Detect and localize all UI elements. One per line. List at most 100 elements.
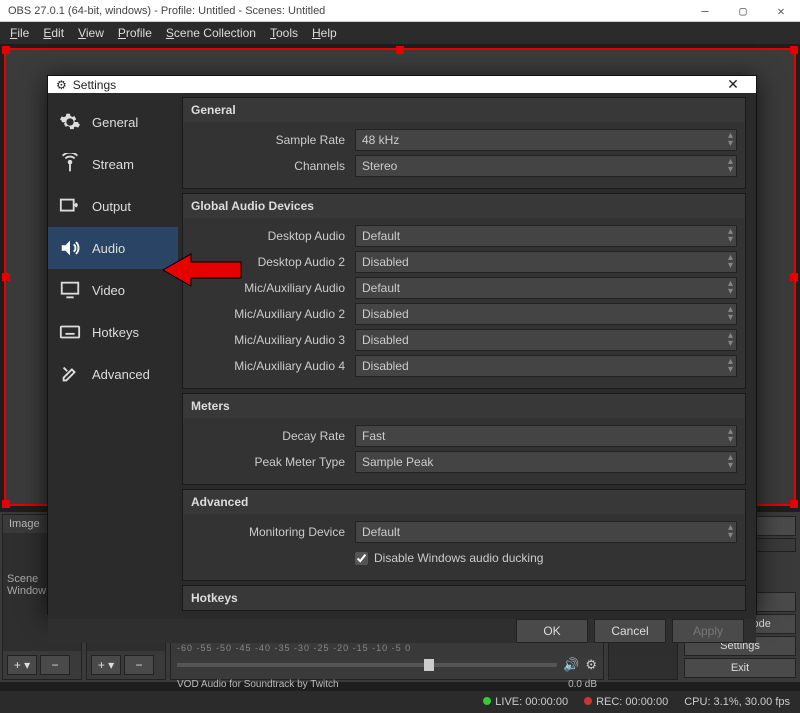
peak-meter-label: Peak Meter Type	[191, 455, 355, 469]
exit-button[interactable]: Exit	[684, 658, 796, 678]
mic3-label: Mic/Auxiliary Audio 3	[191, 333, 355, 347]
section-advanced: Advanced Monitoring DeviceDefault▴▾ Disa…	[182, 489, 746, 581]
spinner-icon: ▴▾	[728, 158, 733, 174]
resize-handle[interactable]	[2, 273, 10, 281]
sidebar-item-label: General	[92, 115, 138, 130]
menu-file[interactable]: File	[4, 24, 35, 42]
spinner-icon: ▴▾	[728, 524, 733, 540]
sidebar-item-general[interactable]: General	[48, 101, 178, 143]
peak-meter-select[interactable]: Sample Peak▴▾	[355, 451, 737, 473]
disable-ducking-label: Disable Windows audio ducking	[374, 551, 543, 565]
section-global-audio: Global Audio Devices Desktop AudioDefaul…	[182, 193, 746, 389]
sidebar-item-label: Hotkeys	[92, 325, 139, 340]
menu-scene-collection[interactable]: Scene Collection	[160, 24, 262, 42]
menubar: File Edit View Profile Scene Collection …	[0, 22, 800, 44]
sidebar-item-stream[interactable]: Stream	[48, 143, 178, 185]
resize-handle[interactable]	[2, 46, 10, 54]
resize-handle[interactable]	[790, 273, 798, 281]
mic4-select[interactable]: Disabled▴▾	[355, 355, 737, 377]
output-icon	[58, 194, 82, 218]
rec-indicator-icon	[584, 697, 592, 705]
mixer-track-db: 0.0 dB	[568, 679, 597, 690]
speaker-icon	[58, 236, 82, 260]
gear-icon	[58, 110, 82, 134]
remove-button[interactable]: −	[124, 655, 154, 675]
menu-view[interactable]: View	[72, 24, 110, 42]
decay-rate-label: Decay Rate	[191, 429, 355, 443]
spinner-icon: ▴▾	[728, 358, 733, 374]
sidebar-item-advanced[interactable]: Advanced	[48, 353, 178, 395]
menu-profile[interactable]: Profile	[112, 24, 158, 42]
window-title: OBS 27.0.1 (64-bit, windows) - Profile: …	[0, 5, 686, 17]
gear-icon[interactable]: ⚙	[585, 657, 597, 673]
monitoring-device-select[interactable]: Default▴▾	[355, 521, 737, 543]
checkbox-input[interactable]	[355, 552, 368, 565]
sidebar-item-label: Output	[92, 199, 131, 214]
section-title: General	[183, 98, 745, 122]
channels-select[interactable]: Stereo▴▾	[355, 155, 737, 177]
mic1-select[interactable]: Default▴▾	[355, 277, 737, 299]
spinner-icon: ▴▾	[728, 306, 733, 322]
window-titlebar: OBS 27.0.1 (64-bit, windows) - Profile: …	[0, 0, 800, 22]
status-cpu: CPU: 3.1%, 30.00 fps	[684, 696, 790, 708]
maximize-button[interactable]: ▢	[724, 0, 762, 22]
desktop-audio2-select[interactable]: Disabled▴▾	[355, 251, 737, 273]
disable-ducking-checkbox[interactable]: Disable Windows audio ducking	[355, 551, 737, 565]
sidebar-item-label: Video	[92, 283, 125, 298]
dialog-titlebar[interactable]: ⚙ Settings ✕	[48, 76, 756, 93]
volume-slider[interactable]	[177, 663, 557, 667]
monitor-icon	[58, 278, 82, 302]
resize-handle[interactable]	[2, 500, 10, 508]
mic2-select[interactable]: Disabled▴▾	[355, 303, 737, 325]
menu-tools[interactable]: Tools	[264, 24, 304, 42]
statusbar: LIVE: 00:00:00 REC: 00:00:00 CPU: 3.1%, …	[0, 691, 800, 713]
spinner-icon: ▴▾	[728, 428, 733, 444]
resize-handle[interactable]	[790, 46, 798, 54]
settings-sidebar: General Stream Output Audio Video Hotkey…	[48, 93, 178, 619]
close-button[interactable]: ✕	[762, 0, 800, 22]
menu-edit[interactable]: Edit	[37, 24, 70, 42]
menu-help[interactable]: Help	[306, 24, 343, 42]
add-button[interactable]: + ▾	[91, 655, 121, 675]
desktop-audio2-label: Desktop Audio 2	[191, 255, 355, 269]
remove-button[interactable]: −	[40, 655, 70, 675]
ok-button[interactable]: OK	[516, 619, 588, 643]
desktop-audio-select[interactable]: Default▴▾	[355, 225, 737, 247]
tools-icon	[58, 362, 82, 386]
sidebar-item-output[interactable]: Output	[48, 185, 178, 227]
sidebar-item-video[interactable]: Video	[48, 269, 178, 311]
apply-button[interactable]: Apply	[672, 619, 744, 643]
mic3-select[interactable]: Disabled▴▾	[355, 329, 737, 351]
spinner-icon: ▴▾	[728, 454, 733, 470]
status-rec: REC: 00:00:00	[584, 696, 668, 708]
spinner-icon: ▴▾	[728, 332, 733, 348]
spinner-icon: ▴▾	[728, 254, 733, 270]
section-hotkeys: Hotkeys	[182, 585, 746, 611]
resize-handle[interactable]	[790, 500, 798, 508]
sample-rate-select[interactable]: 48 kHz▴▾	[355, 129, 737, 151]
mic4-label: Mic/Auxiliary Audio 4	[191, 359, 355, 373]
speaker-icon[interactable]: 🔊	[563, 657, 579, 673]
section-title: Hotkeys	[183, 586, 745, 610]
desktop-audio-label: Desktop Audio	[191, 229, 355, 243]
dialog-close-button[interactable]: ✕	[718, 76, 748, 93]
spinner-icon: ▴▾	[728, 132, 733, 148]
resize-handle[interactable]	[396, 46, 404, 54]
section-general: General Sample Rate 48 kHz▴▾ Channels St…	[182, 97, 746, 189]
add-button[interactable]: + ▾	[7, 655, 37, 675]
sidebar-item-hotkeys[interactable]: Hotkeys	[48, 311, 178, 353]
channels-label: Channels	[191, 159, 355, 173]
minimize-button[interactable]: —	[686, 0, 724, 22]
spinner-icon: ▴▾	[728, 280, 733, 296]
sidebar-item-label: Advanced	[92, 367, 150, 382]
sample-rate-label: Sample Rate	[191, 133, 355, 147]
sidebar-item-label: Audio	[92, 241, 125, 256]
cancel-button[interactable]: Cancel	[594, 619, 666, 643]
section-meters: Meters Decay RateFast▴▾ Peak Meter TypeS…	[182, 393, 746, 485]
sidebar-item-audio[interactable]: Audio	[48, 227, 178, 269]
section-title: Global Audio Devices	[183, 194, 745, 218]
settings-dialog: ⚙ Settings ✕ General Stream Output Audio	[47, 75, 757, 615]
meter-scale: -60 -55 -50 -45 -40 -35 -30 -25 -20 -15 …	[177, 643, 597, 653]
status-live: LIVE: 00:00:00	[483, 696, 568, 708]
decay-rate-select[interactable]: Fast▴▾	[355, 425, 737, 447]
